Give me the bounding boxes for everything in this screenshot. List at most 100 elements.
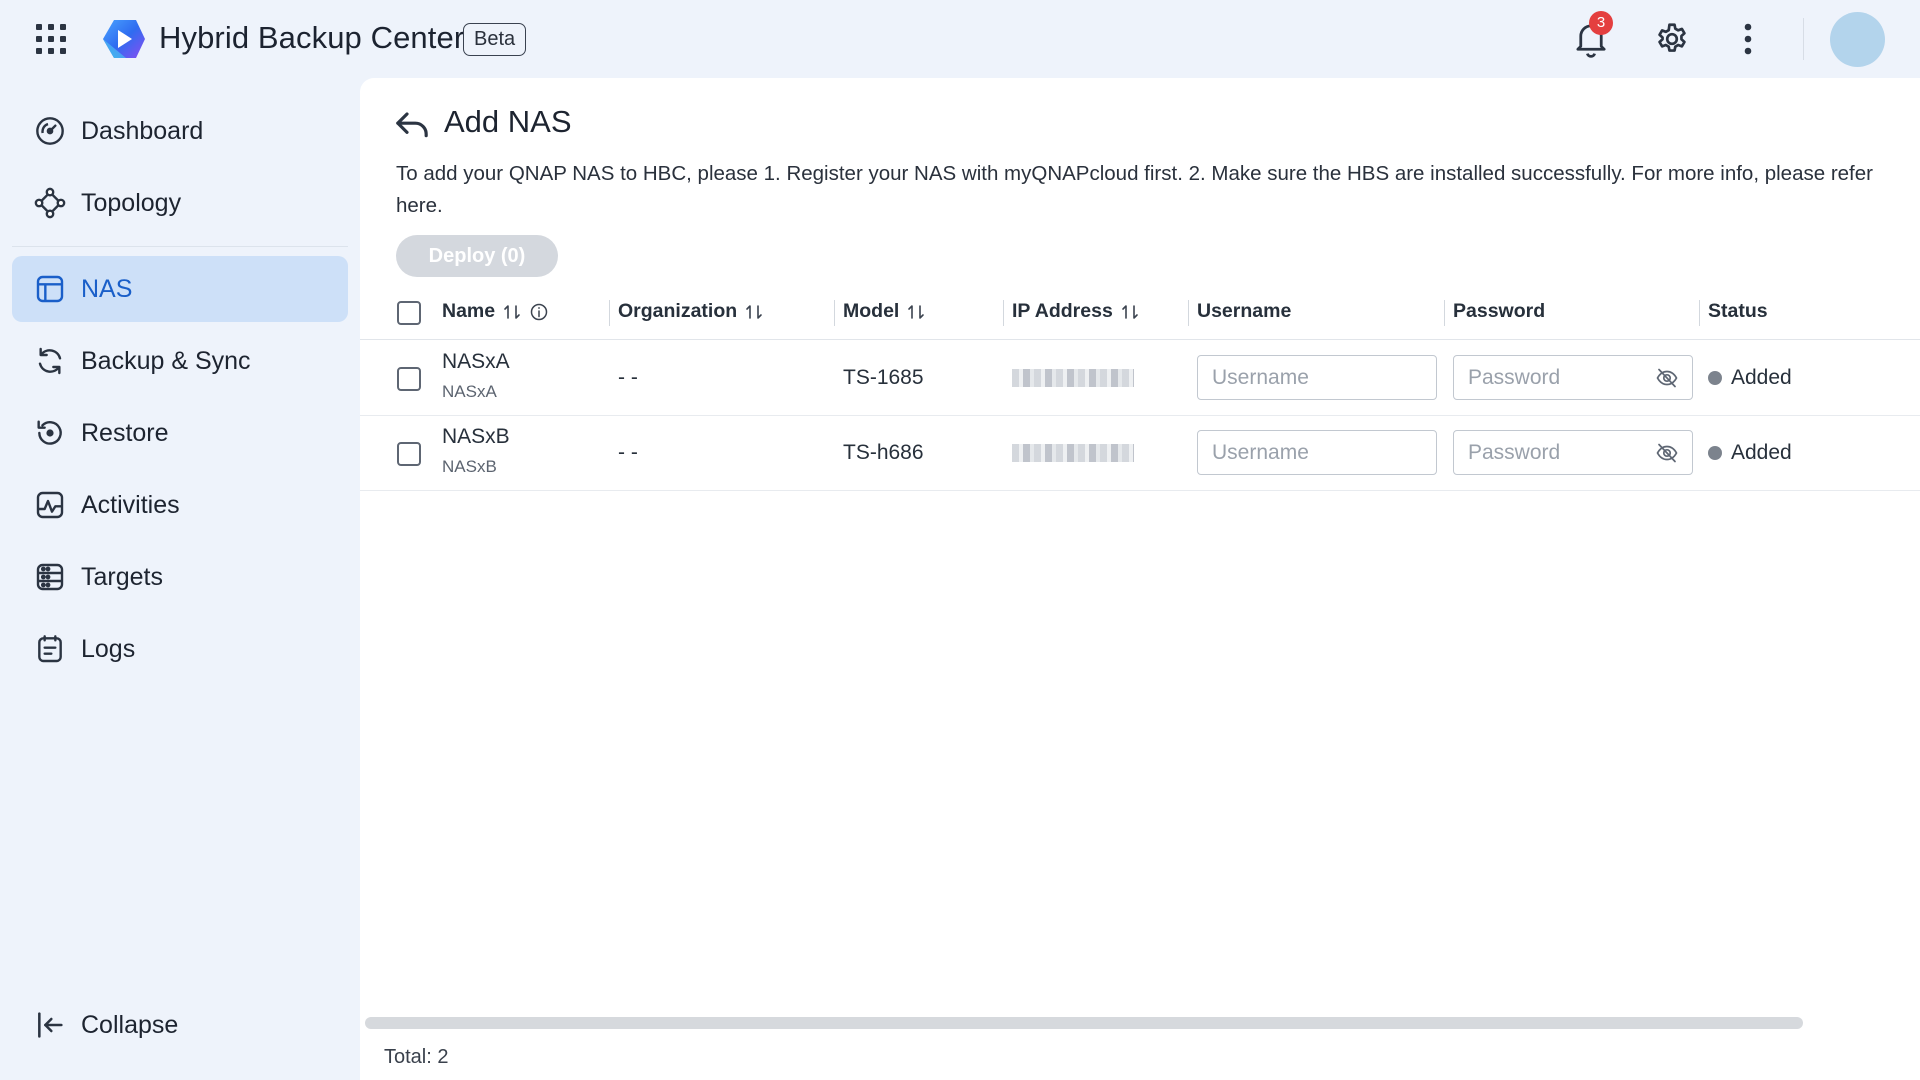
column-header-ip-address: IP Address	[1012, 300, 1140, 323]
collapse-icon	[38, 1012, 63, 1038]
status-dot	[1708, 371, 1722, 385]
collapse-sidebar-button[interactable]: Collapse	[12, 992, 348, 1058]
app-title: Hybrid Backup Center	[159, 20, 465, 55]
username-input[interactable]	[1197, 355, 1437, 400]
sidebar-item-label: Topology	[81, 188, 182, 217]
username-input[interactable]	[1197, 430, 1437, 475]
kebab-menu-icon	[1744, 23, 1752, 55]
activity-icon	[36, 491, 64, 519]
model-value: TS-1685	[843, 366, 924, 389]
sidebar-item-label: Dashboard	[81, 116, 204, 145]
nas-icon	[36, 275, 64, 303]
table-row[interactable]: NASxB NASxB - - TS-h686 Added	[360, 416, 1920, 491]
column-label: Name	[442, 300, 496, 322]
sidebar-item-label: Targets	[81, 562, 163, 591]
sync-icon	[38, 347, 62, 375]
logs-icon	[38, 635, 62, 663]
back-arrow-icon[interactable]	[392, 104, 432, 144]
column-divider	[1188, 300, 1189, 326]
column-label: Username	[1197, 300, 1292, 322]
settings-button[interactable]	[1649, 16, 1695, 62]
row-checkbox[interactable]	[397, 367, 421, 391]
sort-icon[interactable]	[502, 302, 522, 322]
ip-address-redacted	[1012, 444, 1134, 462]
column-header-status: Status	[1708, 300, 1768, 323]
gear-icon	[1658, 23, 1686, 52]
top-bar-divider	[1803, 18, 1804, 60]
model-value: TS-h686	[843, 441, 924, 464]
row-checkbox[interactable]	[397, 442, 421, 466]
intro-text: To add your QNAP NAS to HBC, please 1. R…	[396, 162, 1873, 217]
nas-subname: NASxA	[442, 382, 497, 401]
nas-name: NASxA	[442, 350, 510, 373]
sort-icon[interactable]	[744, 302, 764, 322]
more-options-button[interactable]	[1725, 16, 1771, 62]
top-bar: Hybrid Backup Center Beta 3	[0, 0, 1920, 78]
password-field	[1453, 355, 1693, 400]
sidebar-item-label: Restore	[81, 418, 169, 447]
column-label: IP Address	[1012, 300, 1113, 322]
status-badge: Added	[1708, 441, 1792, 465]
column-header-password: Password	[1453, 300, 1545, 323]
gauge-icon	[36, 117, 64, 145]
organization-value: - -	[618, 441, 638, 464]
column-divider	[1003, 300, 1004, 326]
table-header: Name Organization Model IP Address Usern…	[360, 284, 1920, 340]
nas-subname: NASxB	[442, 457, 497, 476]
beta-badge: Beta	[463, 23, 527, 56]
targets-icon	[36, 563, 64, 591]
deploy-button[interactable]: Deploy (0)	[396, 235, 558, 277]
table-row[interactable]: NASxA NASxA - - TS-1685 Added	[360, 341, 1920, 416]
sidebar-item-restore[interactable]: Restore	[12, 400, 348, 466]
column-divider	[834, 300, 835, 326]
password-field	[1453, 430, 1693, 475]
sidebar-item-activities[interactable]: Activities	[12, 472, 348, 538]
eye-off-icon[interactable]	[1655, 441, 1679, 465]
total-count: Total: 2	[384, 1046, 449, 1068]
topology-icon	[34, 187, 66, 219]
sidebar-item-dashboard[interactable]: Dashboard	[12, 98, 348, 164]
sidebar-divider	[12, 246, 348, 247]
collapse-label: Collapse	[81, 1010, 179, 1039]
column-header-name: Name	[442, 300, 549, 323]
column-divider	[1444, 300, 1445, 326]
sidebar-item-backup-sync[interactable]: Backup & Sync	[12, 328, 348, 394]
status-badge: Added	[1708, 366, 1792, 390]
horizontal-scrollbar[interactable]	[365, 1017, 1803, 1029]
sidebar-item-nas[interactable]: NAS	[12, 256, 348, 322]
main-panel: Add NAS To add your QNAP NAS to HBC, ple…	[360, 78, 1920, 1080]
column-divider	[1699, 300, 1700, 326]
status-text: Added	[1731, 441, 1792, 464]
sidebar-item-label: NAS	[81, 274, 133, 303]
sidebar-item-logs[interactable]: Logs	[12, 616, 348, 682]
notification-count-badge: 3	[1589, 11, 1613, 35]
sort-icon[interactable]	[1120, 302, 1140, 322]
sidebar-item-topology[interactable]: Topology	[12, 170, 348, 236]
hbc-logo-icon	[103, 20, 145, 58]
sidebar-item-label: Logs	[81, 634, 136, 663]
column-header-username: Username	[1197, 300, 1291, 323]
user-avatar[interactable]	[1830, 12, 1885, 67]
column-divider	[609, 300, 610, 326]
organization-value: - -	[618, 366, 638, 389]
column-label: Organization	[618, 300, 738, 322]
eye-off-icon[interactable]	[1655, 366, 1679, 390]
sort-icon[interactable]	[906, 302, 926, 322]
info-icon[interactable]	[529, 302, 549, 322]
column-label: Password	[1453, 300, 1546, 322]
column-header-model: Model	[843, 300, 926, 323]
page-title: Add NAS	[444, 104, 572, 139]
column-header-organization: Organization	[618, 300, 764, 323]
sidebar: Dashboard Topology NAS Backup & Sync Res…	[0, 78, 360, 1080]
select-all-checkbox[interactable]	[397, 301, 421, 325]
column-label: Status	[1708, 300, 1768, 322]
restore-icon	[37, 420, 62, 445]
status-text: Added	[1731, 366, 1792, 389]
status-dot	[1708, 446, 1722, 460]
app-launcher-icon[interactable]	[36, 24, 66, 54]
ip-address-redacted	[1012, 369, 1134, 387]
sidebar-item-label: Backup & Sync	[81, 346, 251, 375]
sidebar-item-targets[interactable]: Targets	[12, 544, 348, 610]
column-label: Model	[843, 300, 900, 322]
sidebar-item-label: Activities	[81, 490, 180, 519]
